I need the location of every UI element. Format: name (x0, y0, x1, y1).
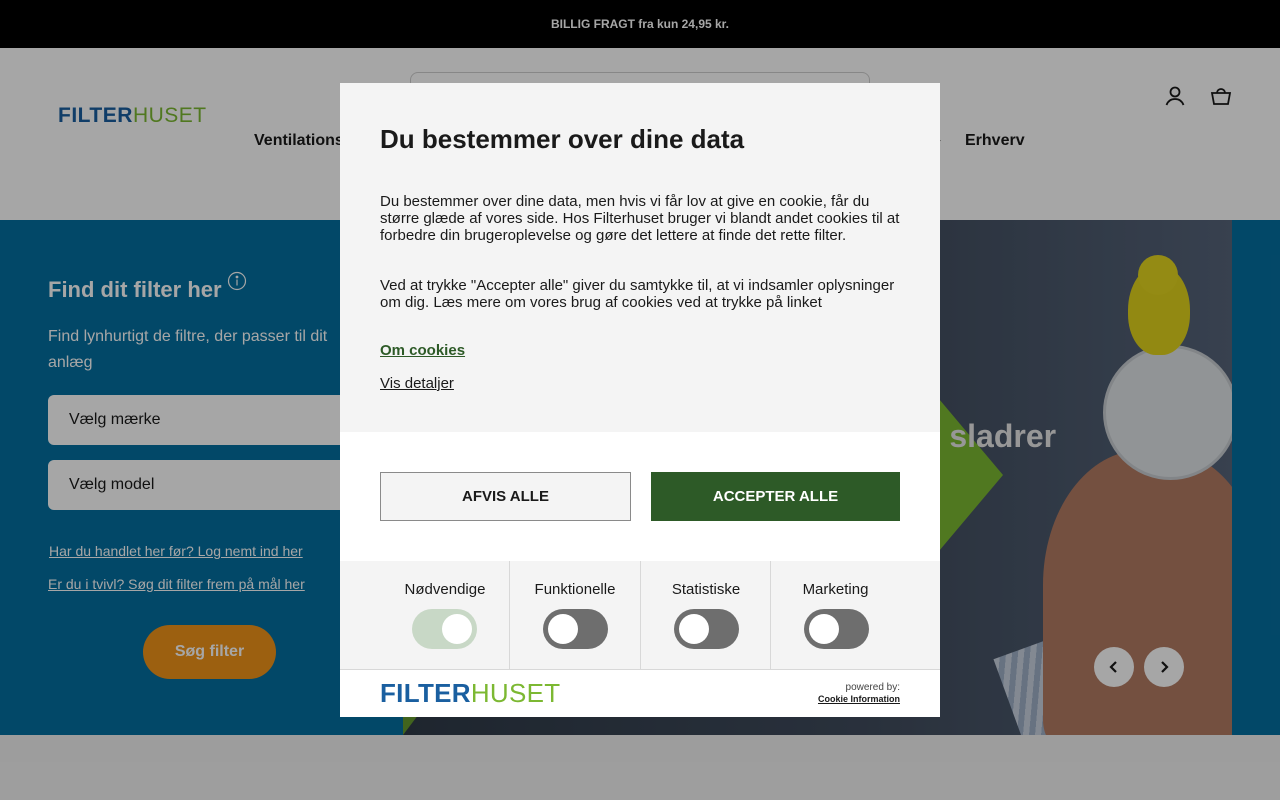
marketing-toggle[interactable] (804, 609, 869, 649)
cookie-footer: FILTERHUSET powered by: Cookie Informati… (340, 670, 940, 717)
show-details-link[interactable]: Vis detaljer (380, 375, 454, 392)
cookie-footer-logo: FILTERHUSET (380, 678, 560, 709)
toggle-knob (442, 614, 472, 644)
cookie-text-consent: Ved at trykke "Accepter alle" giver du s… (380, 277, 895, 311)
necessary-toggle (412, 609, 477, 649)
cookie-consent-dialog: Du bestemmer over dine data Du bestemmer… (340, 83, 940, 717)
accept-all-button[interactable]: ACCEPTER ALLE (651, 472, 900, 521)
category-label: Statistiske (671, 581, 741, 598)
cookie-info-panel: Du bestemmer over dine data Du bestemmer… (340, 83, 940, 432)
provider-link[interactable]: Cookie Information (818, 694, 900, 704)
category-label: Funktionelle (534, 581, 616, 598)
category-functional: Funktionelle (509, 561, 640, 670)
cookie-title: Du bestemmer over dine data (380, 124, 745, 154)
powered-by-label: powered by: (845, 682, 900, 693)
category-necessary: Nødvendige (380, 561, 510, 670)
decline-all-button[interactable]: AFVIS ALLE (380, 472, 631, 521)
toggle-knob (679, 614, 709, 644)
category-marketing: Marketing (770, 561, 900, 670)
cookie-text-intro: Du bestemmer over dine data, men hvis vi… (380, 193, 900, 244)
category-label: Nødvendige (404, 581, 486, 598)
category-label: Marketing (802, 581, 869, 598)
toggle-knob (548, 614, 578, 644)
about-cookies-link[interactable]: Om cookies (380, 342, 465, 359)
cookie-categories: Nødvendige Funktionelle Statistiske Mark… (340, 561, 940, 670)
functional-toggle[interactable] (543, 609, 608, 649)
toggle-knob (809, 614, 839, 644)
category-statistics: Statistiske (640, 561, 771, 670)
statistics-toggle[interactable] (674, 609, 739, 649)
footer-logo-part2: HUSET (470, 678, 561, 708)
footer-logo-part1: FILTER (380, 678, 471, 708)
